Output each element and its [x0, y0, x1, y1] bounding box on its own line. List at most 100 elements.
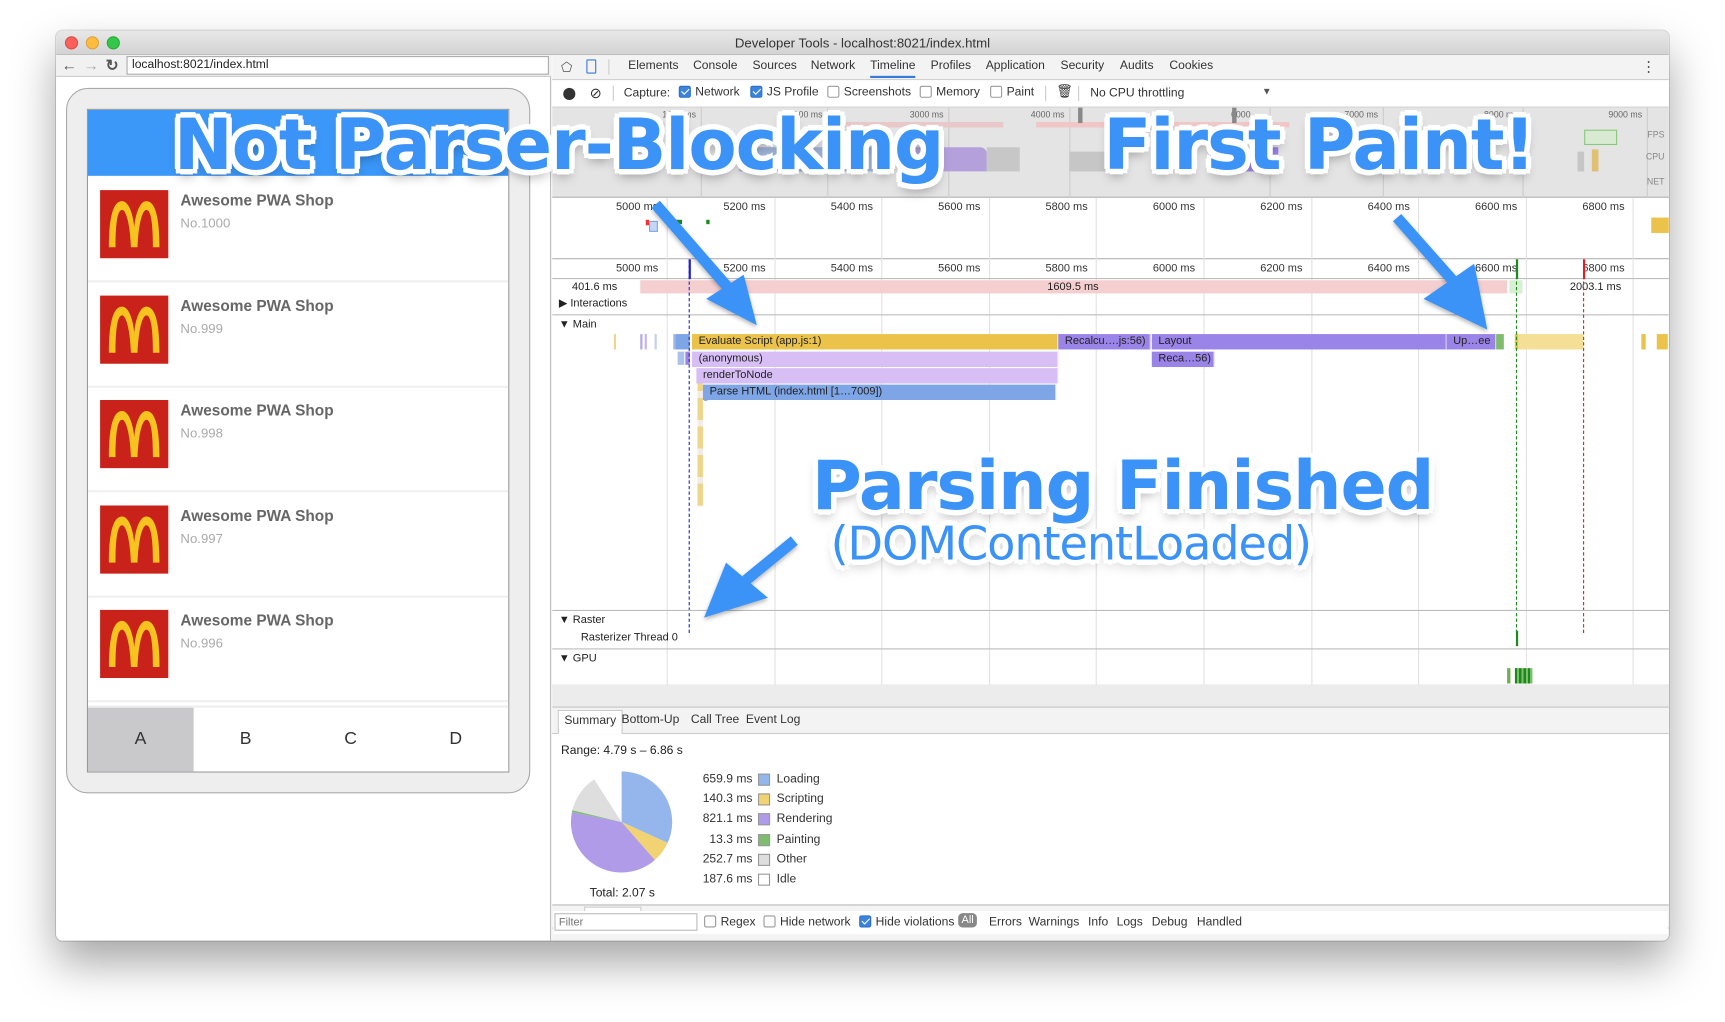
tab-call-tree[interactable]: Call Tree: [691, 713, 739, 726]
more-options-icon[interactable]: ⋮: [1641, 58, 1655, 76]
app-screen: Awesome PWA Shop No.1000 Awesome PWA Shop N…: [86, 108, 510, 773]
interactions-section[interactable]: ▶ Interactions: [559, 298, 627, 310]
list-item[interactable]: Awesome PWA Shop No.999: [88, 283, 509, 388]
tab-timeline[interactable]: Timeline: [870, 59, 916, 79]
gpu-task[interactable]: [1507, 668, 1511, 684]
screenshots-checkbox[interactable]: Screenshots: [827, 85, 911, 99]
tab-sources[interactable]: Sources: [752, 59, 796, 72]
inspect-element-icon[interactable]: ⬠: [561, 59, 572, 74]
legend-value: 659.9 ms: [702, 772, 753, 786]
tab-bottom-up[interactable]: Bottom-Up: [622, 713, 680, 726]
details-tab-bar: Summary Bottom-Up Call Tree Event Log: [552, 707, 1669, 735]
forward-arrow-icon[interactable]: →: [84, 56, 99, 75]
annotation-parsing-finished: Parsing Finished: [811, 445, 1435, 526]
scripting-block[interactable]: [1656, 334, 1668, 350]
render-to-node-block[interactable]: renderToNode: [696, 368, 1059, 384]
js-profile-checkbox[interactable]: JS Profile: [750, 85, 819, 99]
ruler-gridline: [666, 197, 668, 260]
legend-label: Painting: [776, 832, 821, 846]
tab-network[interactable]: Network: [811, 59, 855, 72]
tab-d[interactable]: D: [403, 708, 508, 772]
task-marker: [640, 334, 643, 350]
rasterizer-thread-label: Rasterizer Thread 0: [580, 631, 678, 644]
shop-logo: [100, 399, 169, 469]
task-marker: [644, 334, 647, 350]
layout-block[interactable]: Layout: [1151, 334, 1447, 350]
hide-violations-checkbox[interactable]: Hide violations: [859, 915, 954, 929]
ruler-tick-label: 5400 ms: [830, 262, 873, 275]
level-errors[interactable]: Errors: [989, 915, 1022, 928]
chevron-down-icon[interactable]: ▼: [1262, 86, 1272, 97]
shop-logo: [100, 504, 169, 574]
raster-task[interactable]: [1515, 630, 1519, 647]
paint-checkbox[interactable]: Paint: [990, 85, 1034, 99]
list-item[interactable]: Awesome PWA Shop No.997: [88, 493, 509, 598]
recalc-style-block[interactable]: Reca…56): [1151, 351, 1215, 368]
paint-block[interactable]: [1496, 334, 1504, 350]
level-handled[interactable]: Handled: [1197, 915, 1242, 928]
raster-section[interactable]: ▼ Raster: [559, 614, 605, 626]
level-logs[interactable]: Logs: [1117, 915, 1143, 928]
tab-summary[interactable]: Summary: [557, 709, 623, 735]
ruler-tick-label: 5200 ms: [723, 201, 766, 214]
network-checkbox[interactable]: Network: [678, 85, 740, 99]
tab-application[interactable]: Application: [986, 59, 1045, 72]
clear-icon[interactable]: ⊘: [590, 85, 602, 103]
task-marker: [677, 351, 685, 365]
hide-network-checkbox[interactable]: Hide network: [763, 915, 851, 929]
reload-icon[interactable]: ↻: [106, 56, 119, 75]
device-toolbar-icon[interactable]: [586, 59, 597, 74]
list-item[interactable]: Awesome PWA Shop No.998: [88, 388, 509, 493]
cpu-other-area: [986, 147, 1020, 172]
memory-checkbox[interactable]: Memory: [919, 85, 980, 99]
scripting-block[interactable]: [1641, 334, 1646, 350]
update-layer-tree-block[interactable]: Up…ee: [1446, 334, 1497, 350]
task-loading-block[interactable]: [675, 334, 690, 350]
anonymous-block[interactable]: (anonymous): [691, 351, 1059, 368]
gpu-task[interactable]: [1514, 668, 1533, 684]
tab-console[interactable]: Console: [693, 59, 737, 72]
evaluate-script-block[interactable]: Evaluate Script (app.js:1): [691, 334, 1059, 350]
legend-swatch: [757, 793, 771, 806]
ruler-gridline: [1632, 259, 1635, 685]
record-button[interactable]: [563, 87, 576, 100]
divider: [1078, 85, 1080, 102]
tab-elements[interactable]: Elements: [628, 59, 678, 72]
list-item[interactable]: Awesome PWA Shop No.996: [88, 598, 509, 703]
shop-logo: [100, 609, 169, 679]
filter-input[interactable]: [554, 913, 698, 931]
ruler-tick-label: 5000 ms: [616, 262, 659, 275]
tab-security[interactable]: Security: [1060, 59, 1104, 72]
url-bar[interactable]: localhost:8021/index.html: [126, 56, 549, 75]
tab-event-log[interactable]: Event Log: [746, 713, 801, 726]
level-info[interactable]: Info: [1088, 915, 1108, 928]
trash-icon[interactable]: 🗑: [1056, 84, 1073, 99]
regex-checkbox[interactable]: Regex: [704, 915, 756, 929]
legend-swatch: [757, 773, 771, 786]
recalc-style-block[interactable]: Recalcu….js:56): [1058, 334, 1151, 350]
shop-logo: [100, 295, 169, 364]
list-item[interactable]: Awesome PWA Shop No.1000: [88, 178, 509, 283]
tab-profiles[interactable]: Profiles: [931, 59, 971, 72]
tab-audits[interactable]: Audits: [1120, 59, 1154, 72]
level-warnings[interactable]: Warnings: [1029, 915, 1080, 928]
gpu-section[interactable]: ▼ GPU: [559, 653, 597, 665]
level-all-button[interactable]: All: [958, 913, 978, 928]
legend-value: 821.1 ms: [702, 812, 753, 826]
ruler-gridline: [774, 197, 776, 260]
tab-cookies[interactable]: Cookies: [1169, 59, 1213, 72]
legend-swatch: [757, 853, 771, 866]
ruler-gridline: [1310, 197, 1312, 260]
tab-b[interactable]: B: [193, 708, 298, 772]
cpu-throttling-select[interactable]: No CPU throttling: [1090, 87, 1184, 100]
main-section[interactable]: ▼ Main: [559, 319, 597, 331]
tab-a[interactable]: A: [88, 707, 194, 772]
ruler-gridline: [1418, 197, 1420, 260]
level-debug[interactable]: Debug: [1152, 915, 1188, 928]
back-arrow-icon[interactable]: ←: [62, 56, 77, 75]
tab-c[interactable]: C: [298, 708, 403, 772]
legend-value: 13.3 ms: [709, 832, 753, 846]
parse-html-block[interactable]: Parse HTML (index.html [1…7009]): [702, 384, 1057, 400]
scripting-block[interactable]: [1514, 334, 1584, 350]
range-handle[interactable]: [1078, 107, 1083, 124]
